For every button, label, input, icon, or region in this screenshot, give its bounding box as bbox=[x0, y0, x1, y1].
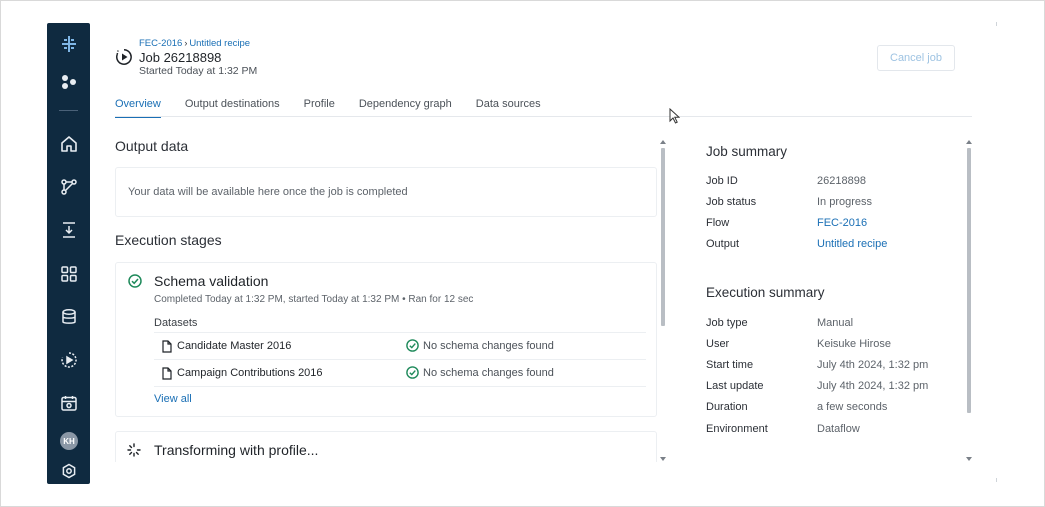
duration-label: Duration bbox=[706, 401, 748, 413]
environment-label: Environment bbox=[706, 423, 768, 435]
job-icon[interactable] bbox=[47, 217, 90, 243]
tab-data-sources[interactable]: Data sources bbox=[476, 98, 541, 117]
spinner-icon bbox=[127, 443, 141, 462]
scroll-up-arrow-icon[interactable] bbox=[660, 140, 666, 144]
job-type-label: Job type bbox=[706, 317, 748, 329]
transform-title: Transforming with profile... bbox=[154, 442, 319, 458]
right-scrollbar-thumb[interactable] bbox=[967, 148, 971, 413]
left-scrollbar-thumb[interactable] bbox=[661, 148, 665, 326]
tab-overview[interactable]: Overview bbox=[115, 98, 161, 118]
job-id-value: 26218898 bbox=[817, 175, 866, 187]
job-type-value: Manual bbox=[817, 317, 854, 329]
job-id-label: Job ID bbox=[706, 175, 738, 187]
nodes-icon[interactable] bbox=[47, 69, 90, 95]
breadcrumb-separator: › bbox=[184, 38, 188, 48]
job-status-value: In progress bbox=[817, 196, 873, 208]
datasets-label: Datasets bbox=[154, 317, 198, 329]
cancel-job-button[interactable]: Cancel job bbox=[877, 45, 955, 71]
home-icon[interactable] bbox=[47, 131, 90, 157]
dataset-status: No schema changes found bbox=[423, 340, 554, 352]
last-update-label: Last update bbox=[706, 380, 764, 392]
dataset-row: Candidate Master 2016 No schema changes … bbox=[154, 333, 646, 359]
start-time-value: July 4th 2024, 1:32 pm bbox=[817, 359, 929, 371]
calendar-icon[interactable] bbox=[47, 390, 90, 416]
datasets-divider bbox=[154, 386, 646, 387]
file-icon bbox=[162, 340, 172, 358]
sidebar-divider bbox=[59, 110, 78, 111]
tab-bar: Overview Output destinations Profile Dep… bbox=[115, 98, 565, 118]
environment-value: Dataflow bbox=[817, 423, 860, 435]
output-link[interactable]: Untitled recipe bbox=[817, 238, 887, 250]
logo-icon[interactable] bbox=[47, 31, 90, 57]
output-data-title: Output data bbox=[115, 138, 189, 154]
database-icon[interactable] bbox=[47, 304, 90, 330]
settings-icon[interactable] bbox=[47, 458, 90, 484]
file-icon bbox=[162, 367, 172, 385]
flows-icon[interactable] bbox=[47, 174, 90, 200]
library-icon[interactable] bbox=[47, 261, 90, 287]
check-circle-icon bbox=[406, 339, 419, 357]
scroll-up-arrow-icon[interactable] bbox=[966, 140, 972, 144]
tab-output-destinations[interactable]: Output destinations bbox=[185, 98, 280, 117]
sidebar: KH bbox=[47, 23, 90, 484]
output-label: Output bbox=[706, 238, 740, 250]
dataset-status: No schema changes found bbox=[423, 367, 554, 379]
duration-value: a few seconds bbox=[817, 401, 888, 413]
user-value: Keisuke Hirose bbox=[817, 338, 891, 350]
dataset-name[interactable]: Campaign Contributions 2016 bbox=[177, 367, 323, 379]
tab-profile[interactable]: Profile bbox=[304, 98, 335, 117]
frame-mark bbox=[996, 22, 997, 26]
flow-link[interactable]: FEC-2016 bbox=[817, 217, 867, 229]
breadcrumb-recipe-link[interactable]: Untitled recipe bbox=[189, 38, 250, 49]
run-icon[interactable] bbox=[47, 347, 90, 373]
flow-label: Flow bbox=[706, 217, 730, 229]
job-status-label: Job status bbox=[706, 196, 757, 208]
tab-divider bbox=[115, 116, 972, 117]
scroll-down-arrow-icon[interactable] bbox=[966, 457, 972, 461]
last-update-value: July 4th 2024, 1:32 pm bbox=[817, 380, 929, 392]
job-started-text: Started Today at 1:32 PM bbox=[139, 65, 258, 77]
dataset-name[interactable]: Candidate Master 2016 bbox=[177, 340, 291, 352]
breadcrumb: FEC-2016 › Untitled recipe bbox=[139, 38, 250, 49]
avatar[interactable]: KH bbox=[60, 432, 78, 450]
schema-validation-title: Schema validation bbox=[154, 273, 269, 289]
output-data-message: Your data will be available here once th… bbox=[128, 186, 408, 198]
job-summary-title: Job summary bbox=[706, 144, 788, 159]
execution-summary-title: Execution summary bbox=[706, 285, 825, 300]
job-run-icon bbox=[115, 48, 133, 66]
scroll-down-arrow-icon[interactable] bbox=[660, 457, 666, 461]
check-circle-icon bbox=[128, 274, 142, 293]
content-clip bbox=[110, 462, 660, 484]
execution-stages-title: Execution stages bbox=[115, 232, 222, 248]
check-circle-icon bbox=[406, 366, 419, 384]
view-all-link[interactable]: View all bbox=[154, 393, 192, 405]
frame-mark bbox=[996, 478, 997, 482]
user-label: User bbox=[706, 338, 730, 350]
dataset-row: Campaign Contributions 2016 No schema ch… bbox=[154, 360, 646, 386]
schema-validation-subtitle: Completed Today at 1:32 PM, started Toda… bbox=[154, 294, 474, 305]
breadcrumb-flow-link[interactable]: FEC-2016 bbox=[139, 38, 182, 49]
mouse-cursor-icon bbox=[669, 107, 681, 129]
start-time-label: Start time bbox=[706, 359, 754, 371]
page-title: Job 26218898 bbox=[139, 50, 222, 65]
tab-dependency-graph[interactable]: Dependency graph bbox=[359, 98, 452, 117]
